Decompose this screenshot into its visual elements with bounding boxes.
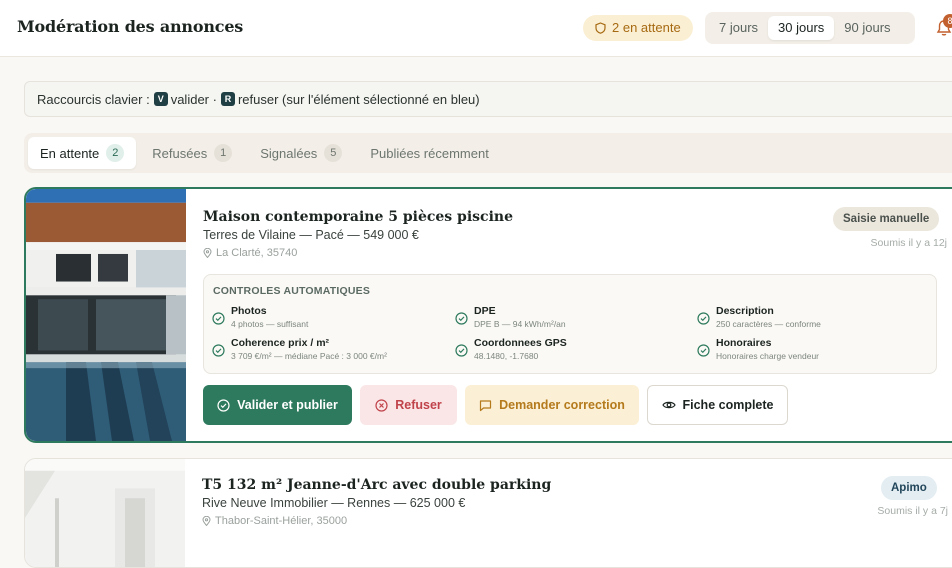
check-photos: Photos 4 photos — suffisant [212, 305, 308, 330]
check-label: Coordonnees GPS [474, 337, 567, 349]
listing-location-text: La Clarté, 35740 [216, 247, 298, 259]
tab-count-badge: 2 [106, 144, 125, 162]
tab-count-badge: 1 [214, 144, 233, 162]
tab-label: Refusées [152, 145, 208, 161]
approve-publish-label: Valider et publier [237, 398, 338, 412]
listing-photo[interactable] [25, 459, 185, 567]
source-badge: Apimo [881, 476, 937, 500]
check-circle-icon [217, 398, 230, 412]
listing-title[interactable]: Maison contemporaine 5 pièces piscine [203, 209, 513, 225]
listing-photo[interactable] [26, 189, 186, 441]
check-circle-icon [697, 312, 710, 325]
tab-label: En attente [40, 145, 100, 161]
full-listing-label: Fiche complete [682, 398, 774, 412]
request-correction-button[interactable]: Demander correction [465, 385, 639, 425]
keyboard-shortcuts-banner: Raccourcis clavier : V valider · R refus… [24, 81, 952, 117]
check-label: Honoraires [716, 337, 772, 349]
listing-location: Thabor-Saint-Hélier, 35000 [202, 515, 347, 527]
eye-icon [661, 401, 676, 409]
listing-agency-city-price: Terres de Vilaine — Pacé — 549 000 € [203, 228, 419, 242]
check-detail: 250 caractères — conforme [716, 319, 821, 329]
check-label: Photos [231, 305, 267, 317]
submitted-time: Soumis il y a 12j [870, 237, 947, 249]
notification-count-badge: 8 [943, 14, 952, 28]
period-7-days[interactable]: 7 jours [709, 16, 768, 40]
listing-title[interactable]: T5 132 m² Jeanne-d'Arc avec double parki… [202, 477, 551, 493]
check-fees: Honoraires Honoraires charge vendeur [697, 337, 819, 362]
tab-label: Signalées [260, 145, 318, 161]
period-30-days[interactable]: 30 jours [768, 16, 835, 40]
tab-en-attente[interactable]: En attente 2 [28, 137, 137, 169]
listing-location: La Clarté, 35740 [203, 247, 297, 259]
check-detail: 3 709 €/m² — médiane Pacé : 3 000 €/m² [231, 351, 387, 361]
check-label: Description [716, 305, 774, 317]
submitted-time: Soumis il y a 7j [877, 505, 948, 517]
status-tabs: En attente 2 Refusées 1 Signalées 5 Publ… [24, 133, 952, 173]
check-label: Coherence prix / m² [231, 337, 330, 349]
check-circle-icon [455, 344, 468, 357]
listing-location-text: Thabor-Saint-Hélier, 35000 [215, 515, 348, 527]
check-description: Description 250 caractères — conforme [697, 305, 821, 330]
check-circle-icon [212, 344, 225, 357]
check-price-coherence: Coherence prix / m² 3 709 €/m² — médiane … [212, 337, 387, 362]
map-pin-icon [203, 248, 212, 258]
message-square-icon [480, 399, 492, 411]
check-circle-icon [455, 312, 468, 325]
checks-title: CONTROLES AUTOMATIQUES [213, 285, 371, 297]
page-title: Modération des annonces [17, 17, 244, 36]
source-badge: Saisie manuelle [833, 207, 940, 231]
approve-publish-button[interactable]: Valider et publier [203, 385, 352, 425]
pending-count-label: 2 en attente [612, 20, 681, 35]
check-detail: 48.1480, -1.7680 [474, 351, 539, 361]
pending-count-badge[interactable]: 2 en attente [583, 15, 693, 41]
check-detail: 4 photos — suffisant [231, 319, 309, 329]
check-detail: Honoraires charge vendeur [716, 351, 820, 361]
key-v-badge: V [153, 92, 168, 106]
check-circle-icon [697, 344, 710, 357]
listing-card[interactable]: T5 132 m² Jeanne-d'Arc avec double parki… [24, 458, 952, 568]
tab-refusees[interactable]: Refusées 1 [140, 137, 244, 169]
key-r-badge: R [220, 92, 235, 106]
automatic-checks-panel: CONTROLES AUTOMATIQUES Photos 4 photos — … [203, 274, 937, 374]
shortcut-validate-label: valider · [170, 91, 217, 107]
shortcuts-prefix: Raccourcis clavier : [37, 91, 150, 107]
map-pin-icon [202, 516, 211, 526]
shortcut-reject-label: refuser (sur l'élément sélectionné en bl… [237, 91, 480, 107]
top-header: Modération des annonces 2 en attente 7 j… [0, 0, 952, 57]
reject-label: Refuser [395, 398, 442, 412]
check-dpe: DPE DPE B — 94 kWh/m²/an [455, 305, 566, 330]
tab-count-badge: 5 [324, 144, 343, 162]
check-detail: DPE B — 94 kWh/m²/an [474, 319, 566, 329]
tab-publiees-recemment[interactable]: Publiées récemment [358, 137, 501, 169]
shield-icon [595, 22, 606, 34]
request-correction-label: Demander correction [499, 398, 625, 412]
x-circle-icon [375, 398, 388, 412]
check-circle-icon [212, 312, 225, 325]
reject-button[interactable]: Refuser [360, 385, 457, 425]
check-gps: Coordonnees GPS 48.1480, -1.7680 [455, 337, 567, 362]
listing-agency-city-price: Rive Neuve Immobilier — Rennes — 625 000… [202, 496, 466, 510]
period-selector: 7 jours 30 jours 90 jours [705, 12, 915, 44]
check-label: DPE [474, 305, 496, 317]
tab-label: Publiées récemment [370, 145, 489, 161]
period-90-days[interactable]: 90 jours [834, 16, 900, 40]
full-listing-button[interactable]: Fiche complete [647, 385, 788, 425]
listing-card[interactable]: Maison contemporaine 5 pièces piscine Te… [24, 187, 952, 443]
tab-signalees[interactable]: Signalées 5 [248, 137, 354, 169]
